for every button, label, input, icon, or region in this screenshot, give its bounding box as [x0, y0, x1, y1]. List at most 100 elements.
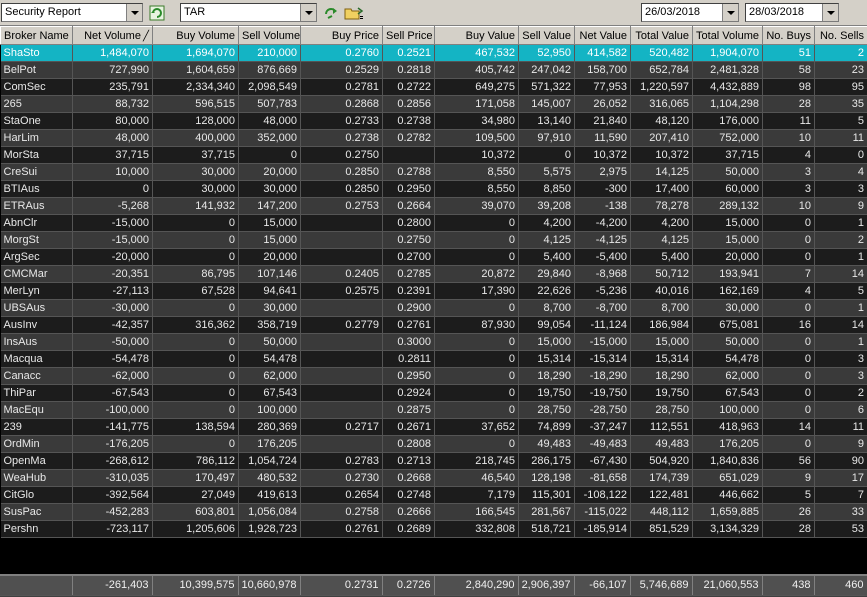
column-header-sell-volume[interactable]: Sell Volume — [238, 26, 301, 45]
table-cell: 186,984 — [630, 316, 693, 334]
broker-name-cell: OpenMa — [0, 452, 73, 470]
chevron-down-icon[interactable] — [822, 4, 838, 21]
table-cell: -27,113 — [72, 282, 153, 300]
table-row[interactable]: Macqua -54,478 0 54,478 0.2811 0 15,314 -15,314… — [0, 350, 867, 368]
table-cell: 247,042 — [518, 61, 575, 79]
table-cell: 0 — [152, 333, 239, 351]
chevron-down-icon[interactable] — [126, 4, 142, 21]
export-button[interactable] — [343, 4, 365, 22]
table-cell: 0.2654 — [300, 486, 383, 504]
table-row[interactable]: 239 -141,775 138,594 280,369 0.2717 0.2671 37,… — [0, 418, 867, 436]
table-cell: 11 — [762, 112, 815, 130]
column-header-label: Total Volume — [696, 29, 759, 42]
table-cell: 0.2900 — [382, 299, 435, 317]
column-header-net-volume[interactable]: Net Volume ╱ — [72, 26, 153, 45]
column-header-buy-price[interactable]: Buy Price — [300, 26, 383, 45]
table-row[interactable]: MorgSt -15,000 0 15,000 0.2750 0 4,125 -4,125 4,… — [0, 231, 867, 249]
table-row[interactable]: StaOne 80,000 128,000 48,000 0.2733 0.2738 34,… — [0, 112, 867, 130]
table-row[interactable]: CMCMar -20,351 86,795 107,146 0.2405 0.2785 20… — [0, 265, 867, 283]
table-row[interactable]: MacEqu -100,000 0 100,000 0.2875 0 28,750 -28,7… — [0, 401, 867, 419]
table-row[interactable]: OpenMa -268,612 786,112 1,054,724 0.2783 0.27… — [0, 452, 867, 470]
table-row[interactable]: ShaSto 1,484,070 1,694,070 210,000 0.2760 0.2… — [0, 44, 867, 62]
table-row[interactable]: HarLim 48,000 400,000 352,000 0.2738 0.2782 10… — [0, 129, 867, 147]
table-cell: 51 — [762, 44, 815, 62]
table-row[interactable]: BTIAus 0 30,000 30,000 0.2850 0.2950 8,550 8,85… — [0, 180, 867, 198]
table-cell: 2,481,328 — [692, 61, 763, 79]
column-header-net-value[interactable]: Net Value — [574, 26, 631, 45]
date-from-picker[interactable]: 26/03/2018 — [641, 3, 739, 22]
table-cell: 2,098,549 — [238, 78, 301, 96]
table-cell: 0.2924 — [382, 384, 435, 402]
table-row[interactable]: OrdMin -176,205 0 176,205 0.2808 0 49,483 -49,4… — [0, 435, 867, 453]
column-header-total-volume[interactable]: Total Volume — [692, 26, 763, 45]
table-row[interactable]: InsAus -50,000 0 50,000 0.3000 0 15,000 -15,000… — [0, 333, 867, 351]
chevron-down-icon[interactable] — [722, 4, 738, 21]
go-button[interactable] — [322, 4, 340, 22]
table-cell: 1 — [814, 333, 867, 351]
report-type-dropdown[interactable]: Security Report — [1, 3, 143, 22]
total-cell: -261,403 — [72, 576, 153, 596]
column-header-buy-volume[interactable]: Buy Volume — [152, 26, 239, 45]
table-row[interactable]: ETRAus -5,268 141,932 147,200 0.2753 0.2664 39… — [0, 197, 867, 215]
column-header-label: Sell Price — [386, 29, 433, 42]
table-cell: 0 — [762, 435, 815, 453]
table-cell: 37,715 — [152, 146, 239, 164]
column-header-label: No. Sells — [819, 29, 864, 42]
table-row[interactable]: CitGlo -392,564 27,049 419,613 0.2654 0.2748 7… — [0, 486, 867, 504]
table-cell: 0 — [762, 401, 815, 419]
column-header-label: Net Value — [579, 29, 628, 42]
table-cell: 67,543 — [692, 384, 763, 402]
table-row[interactable]: BelPot 727,990 1,604,659 876,669 0.2529 0.281… — [0, 61, 867, 79]
table-row[interactable]: Canacc -62,000 0 62,000 0.2950 0 18,290 -18,290… — [0, 367, 867, 385]
table-cell: 46,540 — [434, 469, 519, 487]
column-header-no-sells[interactable]: No. Sells — [814, 26, 867, 45]
sort-indicator-icon: ╱ — [142, 30, 149, 42]
table-cell: 0.2818 — [382, 61, 435, 79]
table-cell: 98 — [762, 78, 815, 96]
table-cell: 170,497 — [152, 469, 239, 487]
security-code-dropdown[interactable]: TAR — [180, 3, 317, 22]
broker-name-cell: CitGlo — [0, 486, 73, 504]
column-header-sell-price[interactable]: Sell Price — [382, 26, 435, 45]
table-cell: 13,140 — [518, 112, 575, 130]
table-row[interactable]: ArgSec -20,000 0 20,000 0.2700 0 5,400 -5,400 5,… — [0, 248, 867, 266]
table-cell: 15,314 — [630, 350, 693, 368]
table-cell: 2,975 — [574, 163, 631, 181]
go-arrow-icon — [325, 8, 337, 19]
table-cell: 0.2782 — [382, 129, 435, 147]
refresh-button[interactable] — [148, 4, 166, 22]
table-row[interactable]: UBSAus -30,000 0 30,000 0.2900 0 8,700 -8,700 8,… — [0, 299, 867, 317]
table-row[interactable]: WeaHub -310,035 170,497 480,532 0.2730 0.2668… — [0, 469, 867, 487]
date-to-picker[interactable]: 28/03/2018 — [745, 3, 839, 22]
table-cell: 0.2405 — [300, 265, 383, 283]
table-row[interactable]: AbnClr -15,000 0 15,000 0.2800 0 4,200 -4,200 4,… — [0, 214, 867, 232]
table-row[interactable]: Pershn -723,117 1,205,606 1,928,723 0.2761 0.… — [0, 520, 867, 538]
table-row[interactable]: AusInv -42,357 316,362 358,719 0.2779 0.2761 8… — [0, 316, 867, 334]
table-cell: 316,065 — [630, 95, 693, 113]
column-header-no-buys[interactable]: No. Buys — [762, 26, 815, 45]
column-header-broker-name[interactable]: Broker Name — [0, 26, 73, 45]
table-cell: 0.2868 — [300, 95, 383, 113]
table-cell: 0 — [434, 350, 519, 368]
table-cell: 67,528 — [152, 282, 239, 300]
table-cell: -19,750 — [574, 384, 631, 402]
table-cell: 332,808 — [434, 520, 519, 538]
table-cell: -20,000 — [72, 248, 153, 266]
table-cell: 17,390 — [434, 282, 519, 300]
chevron-down-icon[interactable] — [300, 4, 316, 21]
table-row[interactable]: ThiPar -67,543 0 67,543 0.2924 0 19,750 -19,750… — [0, 384, 867, 402]
table-row[interactable]: ComSec 235,791 2,334,340 2,098,549 0.2781 0.2… — [0, 78, 867, 96]
table-cell: 5,400 — [630, 248, 693, 266]
column-header-buy-value[interactable]: Buy Value — [434, 26, 519, 45]
column-header-sell-value[interactable]: Sell Value — [518, 26, 575, 45]
column-header-total-value[interactable]: Total Value — [630, 26, 693, 45]
table-cell: 49,483 — [630, 435, 693, 453]
table-row[interactable]: MerLyn -27,113 67,528 94,641 0.2575 0.2391 17,… — [0, 282, 867, 300]
table-row[interactable]: 265 88,732 596,515 507,783 0.2868 0.2856 171,0… — [0, 95, 867, 113]
table-row[interactable]: MorSta 37,715 37,715 0 0.2750 10,372 0 10,372 10… — [0, 146, 867, 164]
table-cell: 10 — [762, 129, 815, 147]
table-row[interactable]: CreSui 10,000 30,000 20,000 0.2850 0.2788 8,55… — [0, 163, 867, 181]
table-cell: 0.2750 — [300, 146, 383, 164]
table-row[interactable]: SusPac -452,283 603,801 1,056,084 0.2758 0.26… — [0, 503, 867, 521]
table-cell: 5,400 — [518, 248, 575, 266]
